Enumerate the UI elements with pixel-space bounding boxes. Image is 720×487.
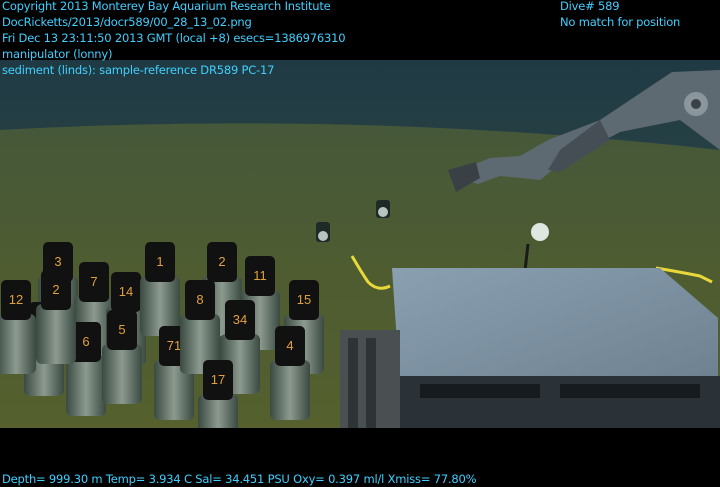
tube-number-label: 12: [9, 292, 23, 307]
telemetry-readout: Depth= 999.30 m Temp= 3.934 C Sal= 34.45…: [2, 472, 477, 486]
image-path: DocRicketts/2013/docr589/00_28_13_02.png: [2, 15, 252, 29]
tube-number-label: 14: [119, 284, 133, 299]
sample-box: [340, 268, 720, 430]
push-core-tube: 4: [270, 326, 310, 420]
push-core-tube: 2: [36, 270, 76, 364]
push-core-tube: 1: [140, 242, 180, 336]
tube-number-label: 34: [233, 312, 247, 327]
tube-number-label: 6: [82, 334, 89, 349]
tube-number-label: 2: [52, 282, 59, 297]
dive-number: Dive# 589: [560, 0, 620, 13]
tube-number-label: 7: [90, 274, 97, 289]
push-core-tube: 12: [0, 280, 36, 374]
tube-number-label: 5: [118, 322, 125, 337]
tube-number-label: 2: [218, 254, 225, 269]
tube-number-label: 4: [286, 338, 293, 353]
sample-marker: [376, 200, 390, 218]
tube-number-label: 3: [54, 254, 61, 269]
tube-number-label: 8: [196, 292, 203, 307]
position-status: No match for position: [560, 15, 681, 29]
push-core-tube: 8: [180, 280, 220, 374]
tube-number-label: 11: [253, 268, 267, 283]
tube-number-label: 15: [297, 292, 311, 307]
timestamp: Fri Dec 13 23:11:50 2013 GMT (local +8) …: [2, 31, 346, 45]
sample-marker: [316, 222, 330, 242]
push-core-tube: 5: [102, 310, 142, 404]
tube-number-label: 71: [167, 338, 181, 353]
manipulator-operator: manipulator (lonny): [2, 47, 113, 61]
copyright-text: Copyright 2013 Monterey Bay Aquarium Res…: [2, 0, 331, 13]
tube-number-label: 1: [156, 254, 163, 269]
sample-annotation: sediment (linds): sample-reference DR589…: [2, 63, 275, 77]
tube-number-label: 17: [211, 372, 225, 387]
